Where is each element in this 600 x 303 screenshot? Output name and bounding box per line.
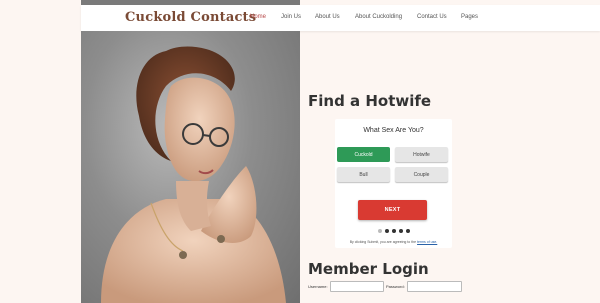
- password-input[interactable]: [407, 281, 462, 292]
- find-hotwife-heading: Find a Hotwife: [308, 92, 432, 110]
- nav-item-home[interactable]: Home: [250, 14, 266, 20]
- option-couple-button[interactable]: Couple: [395, 167, 448, 182]
- terms-notice: By clicking Submit, you are agreeing to …: [335, 240, 452, 244]
- member-login-heading: Member Login: [308, 260, 429, 278]
- site-logo[interactable]: Cuckold Contacts: [125, 10, 256, 25]
- step-dot: [392, 229, 396, 233]
- nav-item-contact-us[interactable]: Contact Us: [417, 14, 447, 20]
- option-bull-button[interactable]: Bull: [337, 167, 390, 182]
- step-dot: [378, 229, 382, 233]
- nav-item-about-cuckolding[interactable]: About Cuckolding: [355, 14, 402, 20]
- username-label: Username:: [308, 284, 328, 289]
- step-dot: [399, 229, 403, 233]
- quiz-question: What Sex Are You?: [363, 127, 424, 134]
- step-dot: [385, 229, 389, 233]
- option-hotwife-button[interactable]: Hotwife: [395, 147, 448, 162]
- next-button[interactable]: NEXT: [358, 200, 427, 220]
- signup-quiz-card: What Sex Are You? Cuckold Hotwife Bull C…: [335, 119, 452, 248]
- step-dot: [406, 229, 410, 233]
- nav-item-join-us[interactable]: Join Us: [281, 14, 301, 20]
- password-label: Password:: [386, 284, 405, 289]
- navbar: Cuckold Contacts Home Join Us About Us A…: [81, 5, 600, 31]
- terms-of-use-link[interactable]: terms of use.: [417, 240, 437, 244]
- option-cuckold-button[interactable]: Cuckold: [337, 147, 390, 162]
- terms-prefix: By clicking Submit, you are agreeing to …: [349, 240, 418, 244]
- nav-item-about-us[interactable]: About Us: [315, 14, 340, 20]
- hero-photo: [81, 31, 300, 303]
- nav-item-pages[interactable]: Pages: [461, 14, 478, 20]
- step-indicator: [378, 229, 410, 233]
- hero-portrait-illustration: [101, 46, 286, 303]
- username-input[interactable]: [330, 281, 384, 292]
